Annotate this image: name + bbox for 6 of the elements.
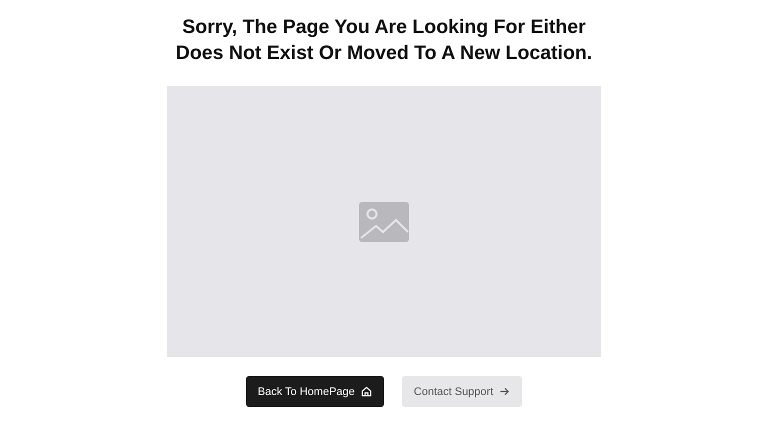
page-heading: Sorry, The Page You Are Looking For Either Does Not Exist Or Moved To A New Location. bbox=[174, 15, 594, 66]
arrow-right-icon bbox=[499, 386, 510, 397]
support-button[interactable]: Contact Support bbox=[402, 376, 522, 407]
home-icon bbox=[360, 386, 372, 397]
home-button[interactable]: Back To HomePage bbox=[246, 376, 384, 407]
image-icon bbox=[359, 202, 409, 242]
